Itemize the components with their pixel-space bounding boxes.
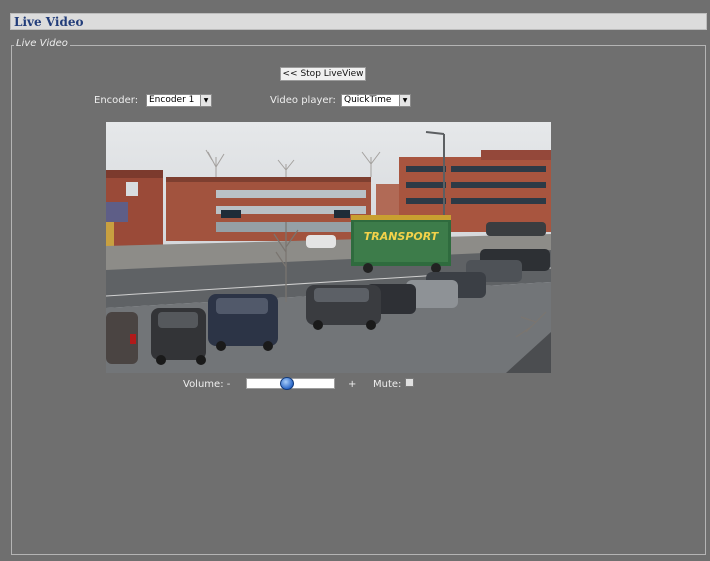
video-player-label: Video player:: [270, 95, 336, 106]
mute-label: Mute:: [373, 379, 402, 390]
volume-plus-label: +: [348, 379, 357, 390]
live-video-feed[interactable]: TRANSPORT: [106, 122, 551, 373]
page-title-bar: Live Video: [10, 13, 707, 30]
truck-text: TRANSPORT: [364, 230, 440, 243]
chevron-down-icon[interactable]: ▼: [399, 95, 410, 106]
video-player-select[interactable]: QuickTime ▼: [341, 94, 411, 107]
encoder-select-value: Encoder 1: [149, 95, 195, 105]
video-player-select-value: QuickTime: [344, 95, 392, 105]
encoder-select[interactable]: Encoder 1 ▼: [146, 94, 212, 107]
camera-scene: TRANSPORT: [106, 122, 551, 373]
volume-slider[interactable]: [246, 377, 335, 390]
chevron-down-icon[interactable]: ▼: [200, 95, 211, 106]
panel-legend: Live Video: [14, 38, 70, 50]
page-title: Live Video: [14, 15, 84, 29]
volume-label: Volume: -: [183, 379, 231, 390]
stop-liveview-button[interactable]: << Stop LiveView: [280, 67, 366, 81]
encoder-label: Encoder:: [94, 95, 139, 106]
volume-slider-knob[interactable]: [280, 377, 294, 390]
mute-checkbox[interactable]: [405, 378, 414, 387]
